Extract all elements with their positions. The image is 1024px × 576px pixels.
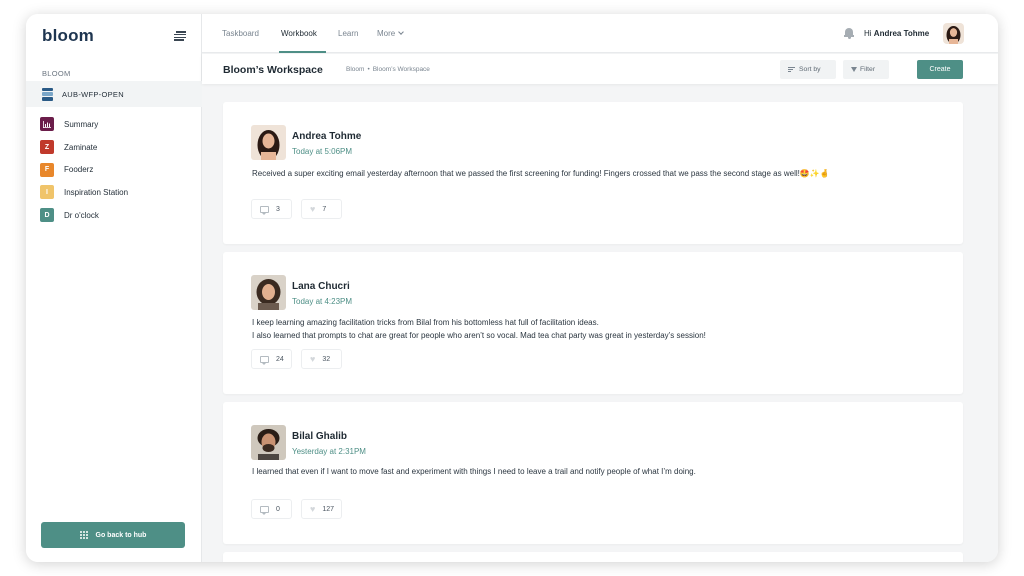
post-time: Today at 5:06PM: [292, 147, 353, 156]
filter-button[interactable]: Filter: [843, 60, 889, 79]
comment-count: 0: [276, 505, 280, 513]
logo[interactable]: bloom: [42, 26, 94, 46]
tab-learn[interactable]: Learn: [338, 29, 358, 38]
workspace-icon: [42, 87, 53, 101]
bell-icon[interactable]: [844, 27, 854, 39]
sidebar-nav: Summary Z Zaminate F Fooderz I Inspirati…: [40, 113, 128, 226]
post-author[interactable]: Andrea Tohme: [292, 131, 361, 142]
sidebar-item-inspiration-station[interactable]: I Inspiration Station: [40, 181, 128, 204]
comment-count: 24: [276, 355, 284, 363]
heart-icon: ♥: [310, 203, 316, 214]
sidebar-item-dr-oclock[interactable]: D Dr o'clock: [40, 204, 128, 227]
tab-more[interactable]: More: [377, 29, 405, 38]
comment-icon: [260, 355, 269, 365]
sidebar-item-label: Fooderz: [64, 165, 94, 175]
sidebar-item-label: Summary: [64, 119, 99, 129]
sort-by-label: Sort by: [799, 66, 821, 73]
like-button[interactable]: ♥ 32: [301, 349, 342, 369]
grid-icon: [79, 531, 88, 539]
sidebar-item-fooderz[interactable]: F Fooderz: [40, 158, 128, 181]
filter-icon: [851, 67, 857, 72]
comment-button[interactable]: 0: [251, 499, 292, 519]
like-count: 32: [322, 355, 331, 363]
avatar[interactable]: [251, 425, 286, 460]
sidebar-item-label: Inspiration Station: [64, 187, 129, 197]
breadcrumb-item[interactable]: Bloom: [346, 66, 364, 73]
fooderz-badge: F: [40, 162, 54, 177]
breadcrumb-item[interactable]: Bloom’s Workspace: [373, 66, 430, 73]
bar-chart-icon: [40, 117, 54, 132]
post-time: Today at 4:23PM: [292, 297, 353, 306]
page-title: Bloom’s Workspace: [223, 64, 323, 76]
comment-count: 3: [276, 205, 280, 213]
inspiration-station-badge: I: [40, 185, 54, 200]
section-label: BLOOM: [42, 69, 71, 78]
active-workspace-label: AUB-WFP-OPEN: [62, 89, 124, 99]
post-body: I learned that even if I want to move fa…: [252, 465, 696, 478]
filter-label: Filter: [860, 66, 876, 73]
like-button[interactable]: ♥ 7: [301, 199, 342, 219]
post-card: Bilal Ghalib Yesterday at 2:31PM I learn…: [223, 402, 963, 544]
avatar[interactable]: [251, 125, 286, 160]
sidebar-item-summary[interactable]: Summary: [40, 113, 128, 136]
like-count: 127: [322, 505, 335, 513]
post-line: I keep learning amazing facilitation tri…: [252, 318, 599, 327]
avatar[interactable]: [251, 275, 286, 310]
comment-button[interactable]: 24: [251, 349, 292, 369]
create-button[interactable]: Create: [917, 60, 963, 79]
top-nav: Taskboard Workbook Learn More Hi Andrea …: [202, 14, 998, 53]
post-card: Lana Chucri Today at 4:23PM I keep learn…: [223, 252, 963, 394]
post-author[interactable]: Bilal Ghalib: [292, 431, 347, 442]
sidebar: bloom BLOOM AUB-WFP-OPEN Summary Z Zamin…: [26, 14, 202, 562]
like-button[interactable]: ♥ 127: [301, 499, 342, 519]
chevron-down-icon: [398, 29, 405, 35]
comment-icon: [260, 505, 269, 515]
post-card: Andrea Tohme Today at 5:06PM Received a …: [223, 102, 963, 244]
like-count: 7: [322, 205, 327, 213]
dr-oclock-badge: D: [40, 208, 54, 223]
user-name: Andrea Tohme: [873, 29, 930, 38]
sidebar-item-zaminate[interactable]: Z Zaminate: [40, 136, 128, 159]
workspace-header: Bloom’s Workspace Bloom • Bloom’s Workspac…: [202, 54, 998, 84]
user-greeting: Hi Andrea Tohme: [864, 29, 929, 38]
heart-icon: ♥: [310, 353, 316, 364]
sidebar-item-label: Dr o'clock: [64, 210, 99, 220]
post-time: Yesterday at 2:31PM: [292, 447, 366, 456]
active-tab-indicator: [279, 51, 326, 53]
sort-by-button[interactable]: Sort by: [780, 60, 836, 79]
breadcrumb: Bloom • Bloom’s Workspace: [346, 66, 430, 73]
tab-taskboard[interactable]: Taskboard: [222, 29, 259, 38]
post-line: I learned that even if I want to move fa…: [252, 467, 696, 476]
post-line: Received a super exciting email yesterda…: [252, 169, 830, 178]
avatar[interactable]: [943, 23, 964, 44]
post-body: I keep learning amazing facilitation tri…: [252, 316, 706, 342]
sidebar-item-label: Zaminate: [64, 142, 98, 152]
post-card: [223, 552, 963, 562]
post-line: I also learned that prompts to chat are …: [252, 331, 706, 340]
comment-icon: [260, 205, 269, 215]
heart-icon: ♥: [310, 503, 316, 514]
tab-workbook[interactable]: Workbook: [281, 29, 317, 38]
comment-button[interactable]: 3: [251, 199, 292, 219]
sort-icon: [788, 67, 795, 72]
post-author[interactable]: Lana Chucri: [292, 281, 350, 292]
zaminate-badge: Z: [40, 140, 54, 155]
tab-more-label: More: [377, 29, 396, 38]
go-back-to-hub-button[interactable]: Go back to hub: [41, 522, 185, 548]
main-content: Taskboard Workbook Learn More Hi Andrea …: [202, 14, 998, 562]
hub-button-label: Go back to hub: [95, 531, 147, 539]
active-workspace[interactable]: AUB-WFP-OPEN: [26, 81, 202, 107]
greeting-prefix: Hi: [864, 29, 872, 38]
menu-icon[interactable]: [174, 31, 186, 41]
app-window: bloom BLOOM AUB-WFP-OPEN Summary Z Zamin…: [26, 14, 998, 562]
post-body: Received a super exciting email yesterda…: [252, 167, 830, 180]
